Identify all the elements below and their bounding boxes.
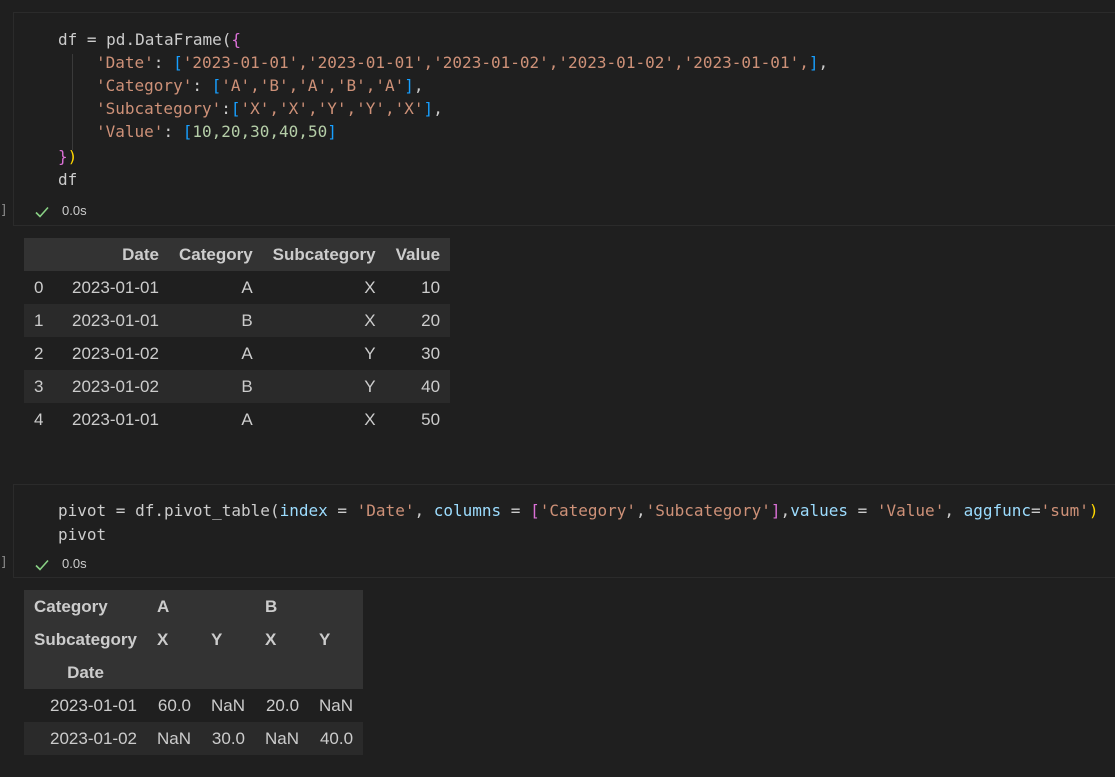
table-header-row: Category A B — [24, 590, 364, 623]
column-header: X — [255, 623, 310, 656]
execution-count: ] — [0, 555, 8, 570]
cell-status: 0.0s — [34, 200, 87, 222]
column-header: Y — [309, 623, 364, 656]
code-line-2[interactable]: 'Date': ['2023-01-01','2023-01-01','2023… — [96, 51, 828, 74]
table-cell: 2023-01-01 — [62, 271, 169, 304]
table-cell: 40 — [385, 370, 451, 403]
column-header — [146, 656, 201, 689]
cell-status: 0.0s — [34, 553, 87, 575]
column-header — [255, 656, 310, 689]
table-cell: NaN — [201, 689, 256, 722]
table-cell: 20 — [385, 304, 451, 337]
table-cell: X — [262, 271, 386, 304]
table-row: 1 2023-01-01 B X 20 — [24, 304, 451, 337]
table-cell: A — [168, 337, 263, 370]
dataframe-output: Date Category Subcategory Value 0 2023-0… — [24, 238, 451, 436]
column-header: Subcategory — [262, 238, 386, 271]
table-cell: 40.0 — [309, 722, 364, 755]
table-cell: X — [262, 304, 386, 337]
row-index: 0 — [24, 271, 62, 304]
table-cell: 30 — [385, 337, 451, 370]
table-cell: Y — [262, 337, 386, 370]
code-line-5[interactable]: 'Value': [10,20,30,40,50] — [96, 120, 337, 143]
table-cell: B — [168, 304, 263, 337]
code-cell-1[interactable]: df = pd.DataFrame({ 'Date': ['2023-01-01… — [13, 12, 1115, 226]
table-cell: 2023-01-02 — [62, 337, 169, 370]
row-index: 2 — [24, 337, 62, 370]
exec-time: 0.0s — [62, 203, 87, 218]
code-line-3[interactable]: 'Category': ['A','B','A','B','A'], — [96, 74, 424, 97]
table-cell: NaN — [309, 689, 364, 722]
column-header — [201, 656, 256, 689]
column-header: X — [146, 623, 201, 656]
pivot-output: Category A B Subcategory X Y X Y Date 20… — [24, 590, 364, 755]
code-line-1[interactable]: pivot = df.pivot_table(index = 'Date', c… — [58, 499, 1098, 522]
row-index: 1 — [24, 304, 62, 337]
level-name-header: Subcategory — [24, 623, 147, 656]
table-cell: B — [168, 370, 263, 403]
level-name-header: Category — [24, 590, 147, 623]
index-header — [24, 238, 62, 271]
table-row: 2 2023-01-02 A Y 30 — [24, 337, 451, 370]
table-cell: 2023-01-01 — [62, 304, 169, 337]
table-cell: 2023-01-02 — [62, 370, 169, 403]
table-row: 4 2023-01-01 A X 50 — [24, 403, 451, 436]
table-cell: 20.0 — [255, 689, 310, 722]
check-icon — [35, 559, 49, 571]
column-header: B — [255, 590, 310, 623]
table-row: 2023-01-02 NaN 30.0 NaN 40.0 — [24, 722, 364, 755]
column-header: Value — [385, 238, 451, 271]
row-index: 3 — [24, 370, 62, 403]
indent-guide — [72, 54, 73, 150]
table-cell: Y — [262, 370, 386, 403]
code-cell-2[interactable]: pivot = df.pivot_table(index = 'Date', c… — [13, 484, 1115, 578]
code-line-6[interactable]: }) — [58, 145, 77, 168]
table-row: 3 2023-01-02 B Y 40 — [24, 370, 451, 403]
code-line-2[interactable]: pivot — [58, 523, 106, 546]
column-header — [309, 590, 364, 623]
execution-count: ] — [0, 203, 8, 218]
table-row: 2023-01-01 60.0 NaN 20.0 NaN — [24, 689, 364, 722]
table-row: 0 2023-01-01 A X 10 — [24, 271, 451, 304]
table-header-row: Subcategory X Y X Y — [24, 623, 364, 656]
table-cell: NaN — [146, 722, 201, 755]
column-header: Category — [168, 238, 263, 271]
row-index: 2023-01-01 — [24, 689, 147, 722]
column-header — [201, 590, 256, 623]
code-line-1[interactable]: df = pd.DataFrame({ — [58, 28, 241, 51]
check-icon — [35, 206, 49, 218]
table-cell: 50 — [385, 403, 451, 436]
column-header: Y — [201, 623, 256, 656]
table-cell: 10 — [385, 271, 451, 304]
table-cell: A — [168, 271, 263, 304]
column-header — [309, 656, 364, 689]
table-header-row: Date Category Subcategory Value — [24, 238, 451, 271]
code-line-4[interactable]: 'Subcategory':['X','X','Y','Y','X'], — [96, 97, 443, 120]
table-cell: X — [262, 403, 386, 436]
column-header: Date — [62, 238, 169, 271]
table-cell: NaN — [255, 722, 310, 755]
table-cell: 30.0 — [201, 722, 256, 755]
exec-time: 0.0s — [62, 556, 87, 571]
column-header: A — [146, 590, 201, 623]
index-name-header: Date — [24, 656, 147, 689]
table-cell: A — [168, 403, 263, 436]
table-cell: 2023-01-01 — [62, 403, 169, 436]
code-line-7[interactable]: df — [58, 168, 77, 191]
row-index: 4 — [24, 403, 62, 436]
row-index: 2023-01-02 — [24, 722, 147, 755]
table-header-row: Date — [24, 656, 364, 689]
table-cell: 60.0 — [146, 689, 201, 722]
